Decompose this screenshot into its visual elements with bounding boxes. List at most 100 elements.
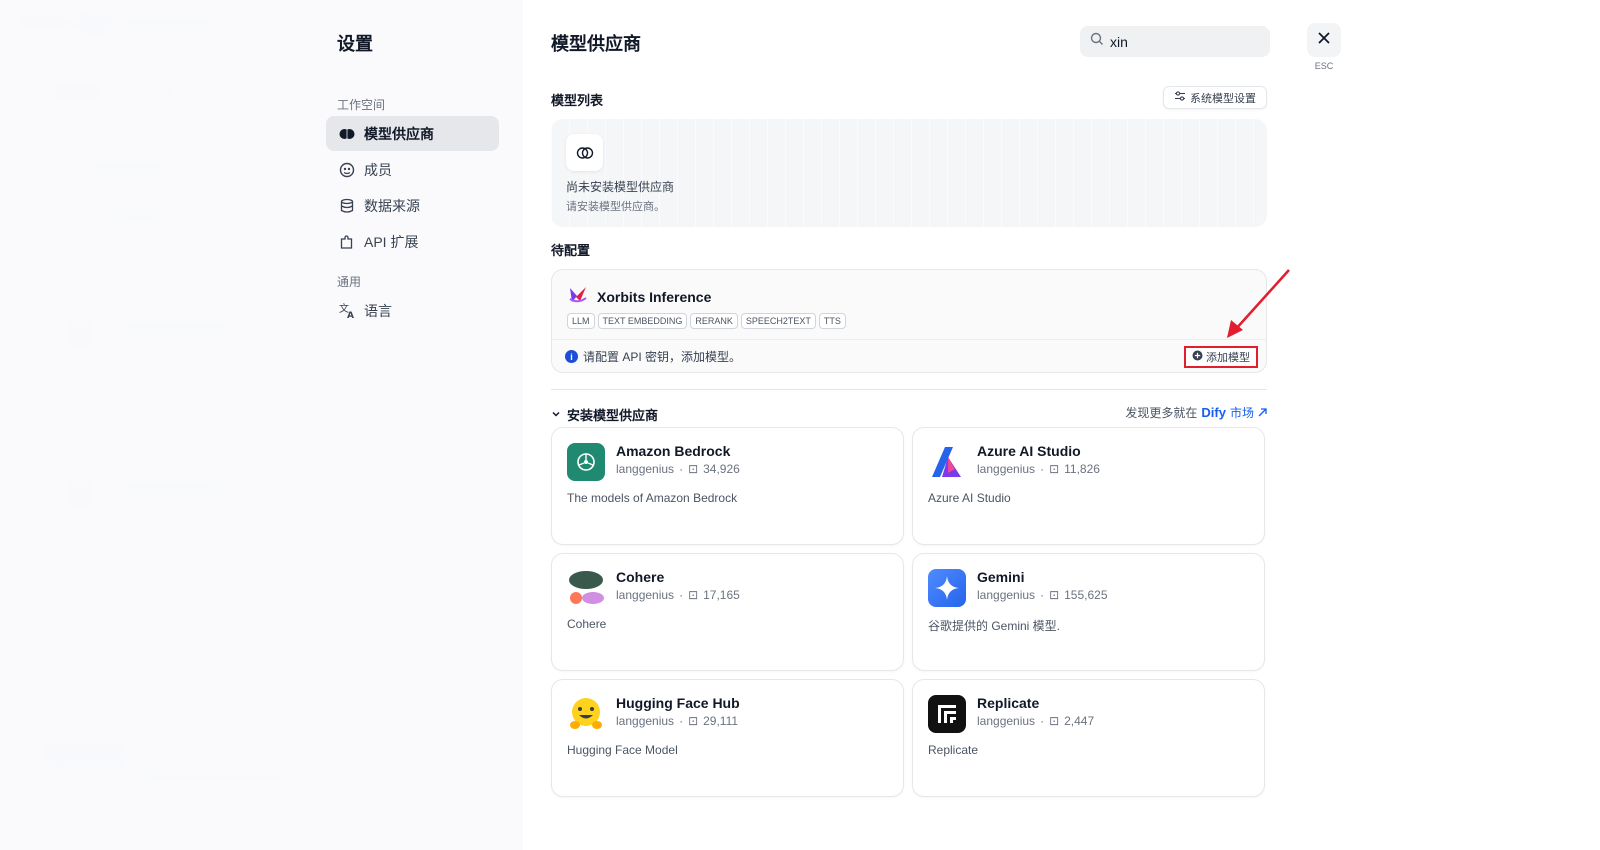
pending-provider-name: Xorbits Inference: [597, 288, 712, 305]
model-list-title: 模型列表: [551, 93, 604, 108]
system-model-settings-label: 系统模型设置: [1190, 92, 1256, 105]
provider-author: langgenius: [616, 588, 675, 602]
provider-installs: 17,165: [703, 588, 740, 602]
amazon-bedrock-logo-icon: [567, 443, 605, 481]
group-label-general: 通用: [337, 275, 362, 289]
marketplace-link[interactable]: 发现更多就在 Dify 市场: [1125, 404, 1267, 421]
market-brand: Dify: [1201, 405, 1226, 420]
add-model-button[interactable]: 添加模型: [1184, 346, 1258, 368]
empty-title: 尚未安装模型供应商: [566, 180, 675, 194]
annotation-arrow: [1227, 269, 1290, 338]
pending-provider-card: Xorbits Inference LLM TEXT EMBEDDING RER…: [551, 269, 1267, 373]
provider-name: Azure AI Studio: [977, 443, 1081, 459]
tag-llm: LLM: [567, 313, 595, 329]
add-model-label: 添加模型: [1206, 352, 1250, 364]
esc-hint: ESC: [1314, 61, 1334, 71]
close-button[interactable]: [1307, 23, 1341, 57]
brain-icon: [338, 125, 356, 143]
provider-description: 谷歌提供的 Gemini 模型.: [928, 619, 1061, 633]
pending-hint: 请配置 API 密钥，添加模型。: [583, 350, 742, 364]
settings-title: 设置: [337, 34, 373, 54]
provider-name: Hugging Face Hub: [616, 695, 740, 711]
provider-card-amazon-bedrock[interactable]: Amazon Bedrock langgenius · ⊡ 34,926 The mo…: [551, 427, 904, 545]
main-panel: 模型供应商 ESC 模型列表 系统模型设置 尚未安装模型供应商 请安装模型供应商…: [523, 0, 1600, 850]
provider-description: Cohere: [567, 617, 607, 631]
provider-author: langgenius: [977, 714, 1036, 728]
page-title: 模型供应商: [551, 34, 641, 54]
install-providers-toggle[interactable]: 安装模型供应商: [551, 405, 658, 424]
provider-description: Hugging Face Model: [567, 743, 678, 757]
provider-description: Azure AI Studio: [928, 491, 1011, 505]
sidebar-item-api-extension[interactable]: API 扩展: [326, 224, 499, 259]
download-icon: ⊡: [688, 588, 699, 602]
puzzle-icon: [338, 233, 356, 251]
provider-author: langgenius: [977, 462, 1036, 476]
download-icon: ⊡: [1049, 588, 1060, 602]
sidebar-item-label: API 扩展: [364, 233, 419, 250]
sidebar-item-language[interactable]: 文A 语言: [326, 293, 499, 328]
tag-text-embedding: TEXT EMBEDDING: [597, 313, 688, 329]
group-label-workspace: 工作空间: [337, 98, 386, 112]
empty-description: 请安装模型供应商。: [566, 201, 665, 213]
download-icon: ⊡: [1049, 714, 1060, 728]
xorbits-logo-icon: [567, 284, 589, 309]
provider-installs: 29,111: [703, 714, 739, 728]
provider-card-hugging-face-hub[interactable]: Hugging Face Hub langgenius · ⊡ 29,111 Hugg…: [551, 679, 904, 797]
chevron-down-icon: [551, 407, 561, 422]
replicate-logo-icon: [928, 695, 966, 733]
provider-installs: 2,447: [1064, 714, 1095, 728]
info-icon: i: [565, 350, 578, 363]
provider-card-cohere[interactable]: Cohere langgenius · ⊡ 17,165 Cohere: [551, 553, 904, 671]
brain-outline-icon: [566, 134, 603, 171]
search-input[interactable]: [1110, 33, 1260, 50]
sidebar-item-label: 数据来源: [364, 197, 420, 214]
provider-name: Replicate: [977, 695, 1040, 711]
market-suffix: 市场: [1229, 406, 1254, 420]
download-icon: ⊡: [1049, 462, 1060, 476]
settings-sidebar: 设置 工作空间 模型供应商 成员 数据来源 API 扩展 通用 文A 语言: [0, 0, 523, 850]
provider-name: Cohere: [616, 569, 665, 585]
download-icon: ⊡: [688, 462, 699, 476]
plus-circle-icon: [1192, 350, 1203, 364]
tag-rerank: RERANK: [690, 313, 738, 329]
sidebar-item-members[interactable]: 成员: [326, 152, 499, 187]
market-text: 发现更多就在: [1125, 406, 1198, 420]
provider-card-gemini[interactable]: Gemini langgenius · ⊡ 155,625 谷歌提供的 Gemini …: [912, 553, 1265, 671]
model-type-tags: LLM TEXT EMBEDDING RERANK SPEECH2TEXT TT…: [567, 313, 846, 329]
empty-model-list-card: 尚未安装模型供应商 请安装模型供应商。: [551, 119, 1267, 227]
provider-card-replicate[interactable]: Replicate langgenius · ⊡ 2,447 Replicate: [912, 679, 1265, 797]
svg-text:A: A: [347, 311, 354, 319]
provider-author: langgenius: [977, 588, 1036, 602]
external-link-icon: [1258, 406, 1267, 420]
cohere-logo-icon: [567, 569, 605, 607]
search-icon: [1090, 32, 1104, 51]
members-icon: [338, 161, 356, 179]
provider-installs: 11,826: [1064, 462, 1100, 476]
hugging-face-logo-icon: [567, 695, 605, 733]
provider-author: langgenius: [616, 462, 675, 476]
tag-speech2text: SPEECH2TEXT: [740, 313, 816, 329]
system-model-settings-button[interactable]: 系统模型设置: [1163, 86, 1267, 109]
search-box[interactable]: [1080, 26, 1270, 57]
tag-tts: TTS: [818, 313, 846, 329]
database-icon: [338, 197, 356, 215]
sidebar-item-model-provider[interactable]: 模型供应商: [326, 116, 499, 151]
section-divider: [551, 389, 1267, 390]
install-providers-title: 安装模型供应商: [567, 408, 659, 423]
provider-card-azure-ai-studio[interactable]: Azure AI Studio langgenius · ⊡ 11,826 Azure…: [912, 427, 1265, 545]
pending-title: 待配置: [551, 243, 591, 258]
sidebar-item-data-source[interactable]: 数据来源: [326, 188, 499, 223]
sliders-icon: [1174, 90, 1186, 105]
sidebar-item-label: 语言: [364, 302, 392, 319]
close-icon: [1317, 31, 1331, 50]
provider-name: Gemini: [977, 569, 1025, 585]
translate-icon: 文A: [338, 302, 356, 320]
gemini-logo-icon: [928, 569, 966, 607]
provider-name: Amazon Bedrock: [616, 443, 731, 459]
azure-logo-icon: [928, 443, 966, 481]
provider-description: The models of Amazon Bedrock: [567, 491, 738, 505]
sidebar-item-label: 成员: [364, 161, 392, 178]
provider-installs: 34,926: [703, 462, 740, 476]
provider-installs: 155,625: [1064, 588, 1108, 602]
sidebar-item-label: 模型供应商: [364, 125, 434, 142]
